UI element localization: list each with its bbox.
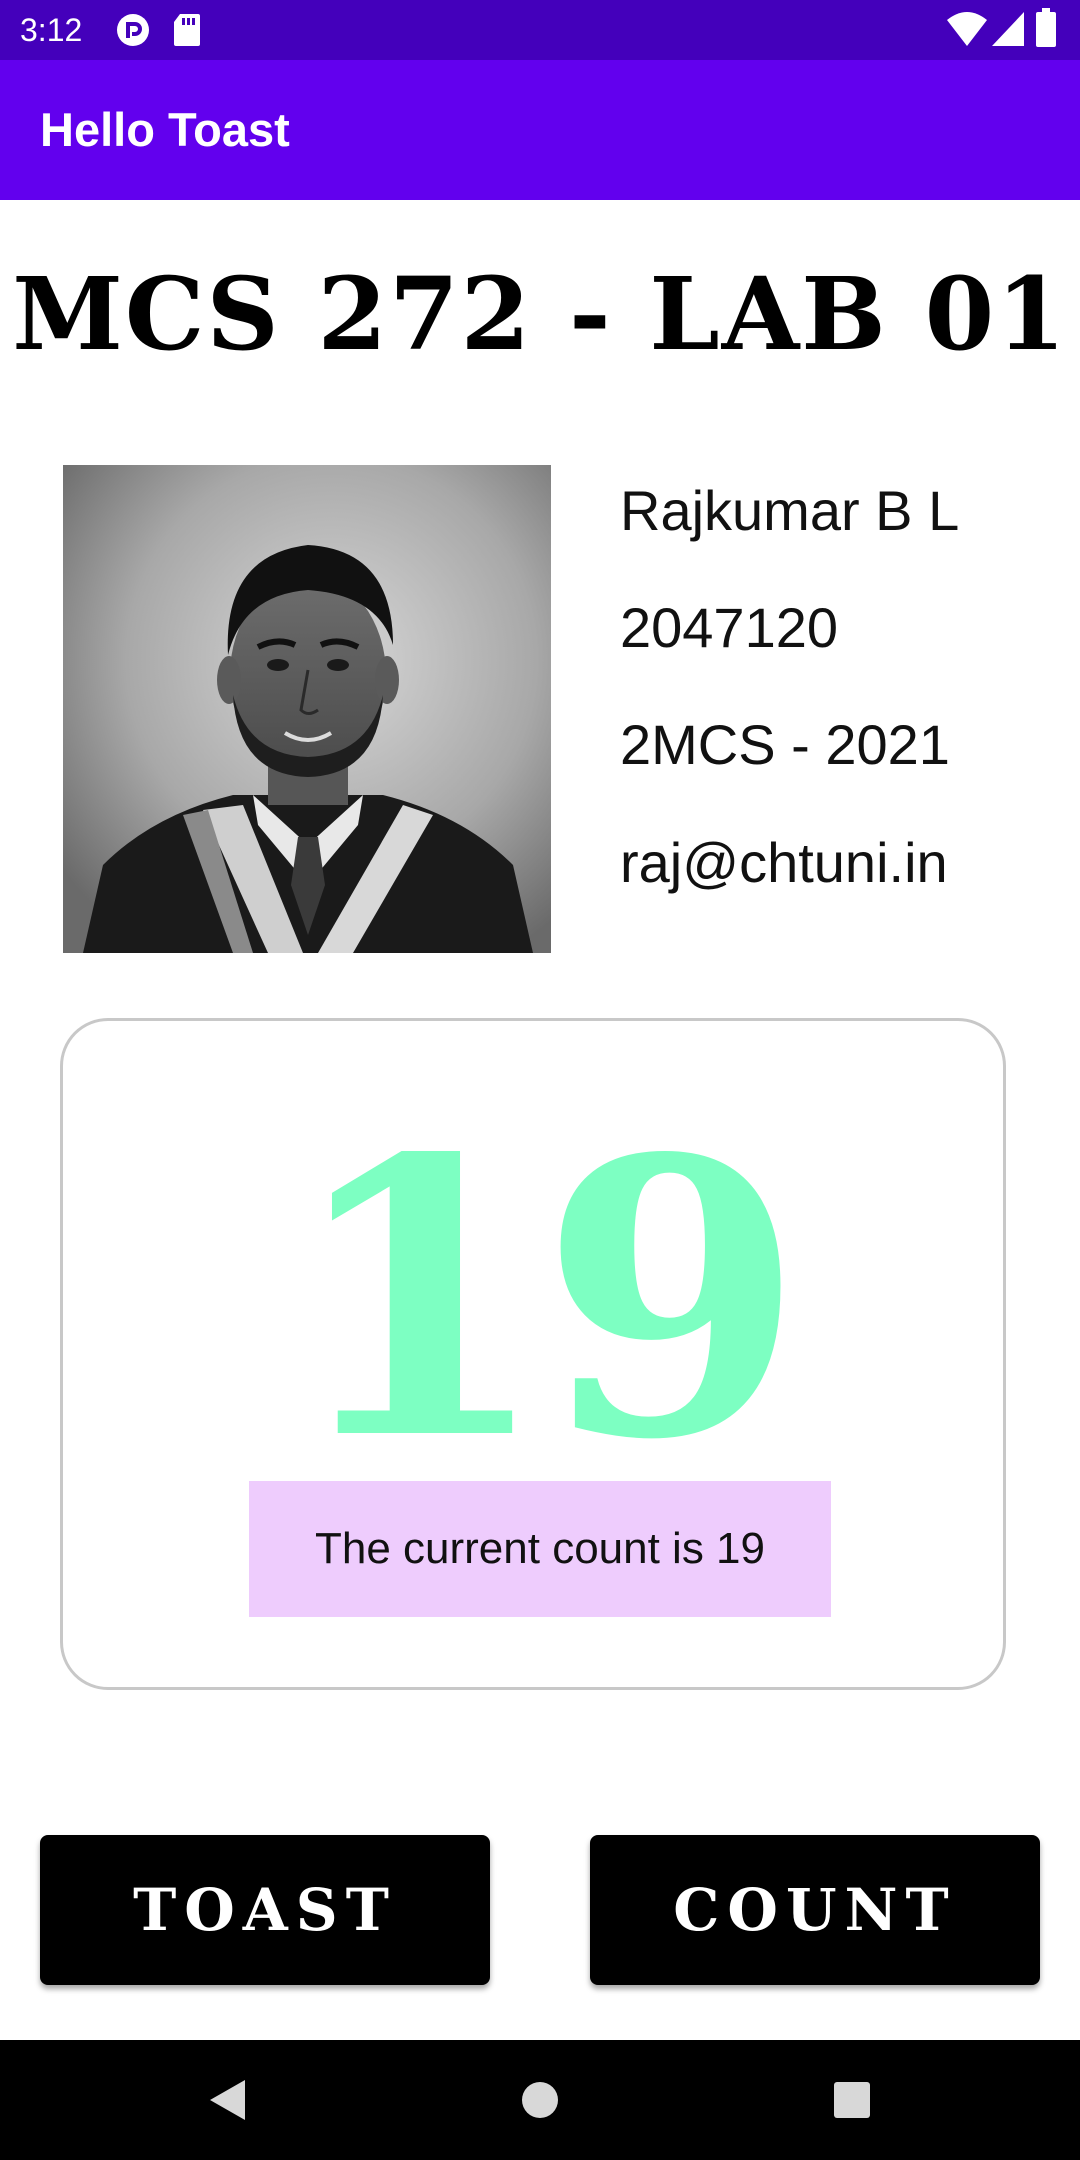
status-bar: 3:12 xyxy=(0,0,1080,60)
count-button[interactable]: COUNT xyxy=(590,1835,1040,1985)
app-title: Hello Toast xyxy=(40,103,290,156)
profile-name: Rajkumar B L xyxy=(620,479,960,542)
profile-id: 2047120 xyxy=(620,596,839,659)
count-message-banner: The current count is 19 xyxy=(249,1481,831,1617)
screen: 3:12 Hello Toast MCS 272 - LAB 01 Rajkum… xyxy=(0,0,1080,2160)
profile-photo xyxy=(63,465,551,953)
home-icon[interactable] xyxy=(480,2040,600,2160)
app-bar: Hello Toast xyxy=(0,60,1080,200)
profile-class: 2MCS - 2021 xyxy=(620,713,950,776)
lab-heading: MCS 272 - LAB 01 xyxy=(12,255,1068,373)
count-number: 19 xyxy=(285,1076,805,1523)
wifi-icon xyxy=(946,10,988,53)
sd-card-icon xyxy=(172,12,202,53)
toast-button[interactable]: TOAST xyxy=(40,1835,490,1985)
recents-icon[interactable] xyxy=(792,2040,912,2160)
count-message-text: The current count is 19 xyxy=(314,1524,765,1573)
status-time: 3:12 xyxy=(20,12,83,48)
battery-icon xyxy=(1035,8,1057,53)
profile-email: raj@chtuni.in xyxy=(620,831,948,894)
navigation-bar xyxy=(0,2040,1080,2160)
back-icon[interactable] xyxy=(165,2040,285,2160)
cellular-signal-icon xyxy=(990,10,1026,53)
pocket-casts-icon xyxy=(115,12,151,53)
